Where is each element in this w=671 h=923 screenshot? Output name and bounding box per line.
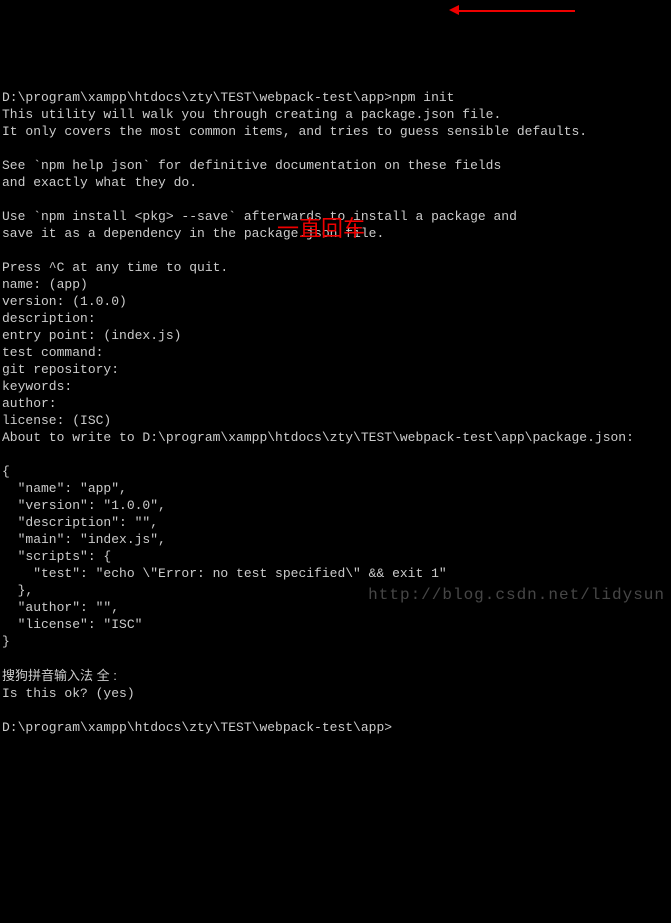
pkg-open: { bbox=[2, 464, 10, 479]
about-line: About to write to D:\program\xampp\htdoc… bbox=[2, 430, 634, 445]
arrow-line bbox=[455, 10, 575, 12]
pkg-scripts-open: "scripts": { bbox=[2, 549, 111, 564]
pkg-license: "license": "ISC" bbox=[2, 617, 142, 632]
annotation-text: 一直回车 bbox=[277, 220, 365, 237]
pkg-description: "description": "", bbox=[2, 515, 158, 530]
field-name: name: (app) bbox=[2, 277, 88, 292]
pkg-scripts-close: }, bbox=[2, 583, 33, 598]
quit-line: Press ^C at any time to quit. bbox=[2, 260, 228, 275]
intro-line-2: It only covers the most common items, an… bbox=[2, 124, 587, 139]
see-line-1: See `npm help json` for definitive docum… bbox=[2, 158, 501, 173]
see-line-2: and exactly what they do. bbox=[2, 175, 197, 190]
prompt-line-1: D:\program\xampp\htdocs\zty\TEST\webpack… bbox=[2, 90, 454, 105]
field-entry: entry point: (index.js) bbox=[2, 328, 181, 343]
field-test: test command: bbox=[2, 345, 103, 360]
use-line-1: Use `npm install <pkg> --save` afterward… bbox=[2, 209, 517, 224]
pkg-name: "name": "app", bbox=[2, 481, 127, 496]
confirm-line: Is this ok? (yes) bbox=[2, 686, 135, 701]
arrow-annotation bbox=[455, 6, 575, 16]
pkg-main: "main": "index.js", bbox=[2, 532, 166, 547]
field-license: license: (ISC) bbox=[2, 413, 111, 428]
pkg-version: "version": "1.0.0", bbox=[2, 498, 166, 513]
watermark-text: http://blog.csdn.net/lidysun bbox=[368, 587, 665, 604]
ime-line: 搜狗拼音输入法 全 : bbox=[2, 668, 117, 683]
field-keywords: keywords: bbox=[2, 379, 72, 394]
field-version: version: (1.0.0) bbox=[2, 294, 127, 309]
arrow-left-icon bbox=[449, 5, 459, 15]
field-description: description: bbox=[2, 311, 96, 326]
field-author: author: bbox=[2, 396, 57, 411]
pkg-close: } bbox=[2, 634, 10, 649]
terminal-output[interactable]: D:\program\xampp\htdocs\zty\TEST\webpack… bbox=[2, 72, 669, 736]
pkg-author: "author": "", bbox=[2, 600, 119, 615]
prompt-line-2: D:\program\xampp\htdocs\zty\TEST\webpack… bbox=[2, 720, 392, 735]
intro-line-1: This utility will walk you through creat… bbox=[2, 107, 501, 122]
field-git: git repository: bbox=[2, 362, 119, 377]
pkg-test: "test": "echo \"Error: no test specified… bbox=[2, 566, 447, 581]
